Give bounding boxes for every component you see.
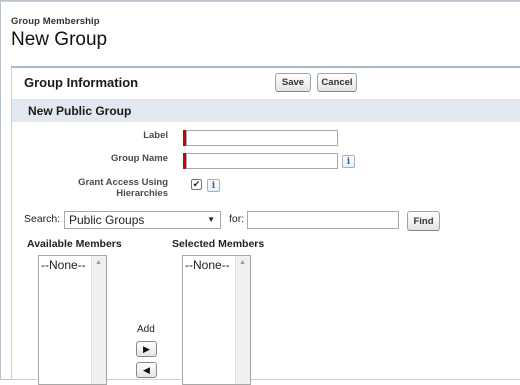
group-name-field-label: Group Name	[110, 153, 168, 164]
chevron-down-icon: ▼	[207, 215, 215, 224]
panel-title: Group Information	[24, 75, 139, 90]
breadcrumb: Group Membership	[11, 16, 100, 27]
for-label: for:	[229, 213, 245, 225]
available-members-list[interactable]: --None-- ▲	[38, 255, 107, 385]
panel-header: Group Information Save Cancel	[12, 68, 520, 100]
search-query-input[interactable]	[247, 211, 399, 229]
selected-members-label: Selected Members	[172, 238, 265, 250]
list-item[interactable]: --None--	[185, 258, 230, 272]
grant-access-label-line2: Hierarchies	[116, 188, 168, 199]
save-button[interactable]: Save	[275, 73, 311, 92]
search-type-select[interactable]: Public Groups ▼	[64, 211, 221, 229]
search-type-value: Public Groups	[69, 213, 145, 227]
scroll-up-icon[interactable]: ▲	[95, 259, 102, 266]
group-name-input[interactable]	[186, 153, 338, 169]
section-header: New Public Group	[12, 100, 520, 122]
section-title: New Public Group	[28, 104, 132, 118]
grant-access-checkbox[interactable]: ✔	[191, 179, 202, 190]
scrollbar[interactable]: ▲	[91, 256, 106, 384]
selected-members-list[interactable]: --None-- ▲	[182, 255, 251, 385]
search-label: Search:	[24, 213, 61, 225]
group-information-panel: Group Information Save Cancel New Public…	[11, 66, 520, 385]
list-item[interactable]: --None--	[41, 258, 86, 272]
cancel-button[interactable]: Cancel	[317, 73, 357, 92]
grant-access-label: Grant Access Using Hierarchies	[52, 177, 168, 199]
scroll-up-icon[interactable]: ▲	[239, 259, 246, 266]
find-button[interactable]: Find	[407, 211, 440, 231]
info-icon[interactable]: i	[207, 179, 220, 192]
label-input[interactable]	[186, 130, 338, 146]
add-label: Add	[137, 324, 155, 335]
info-icon[interactable]: i	[342, 155, 355, 168]
page-header: Group Membership New Group	[11, 16, 107, 51]
grant-access-label-line1: Grant Access Using	[78, 177, 168, 188]
page-title: New Group	[11, 29, 108, 50]
label-field-label: Label	[143, 130, 168, 141]
scrollbar[interactable]: ▲	[235, 256, 250, 384]
available-members-label: Available Members	[27, 238, 122, 250]
remove-arrow-button[interactable]: ◀	[136, 362, 157, 378]
add-arrow-button[interactable]: ▶	[136, 341, 157, 357]
